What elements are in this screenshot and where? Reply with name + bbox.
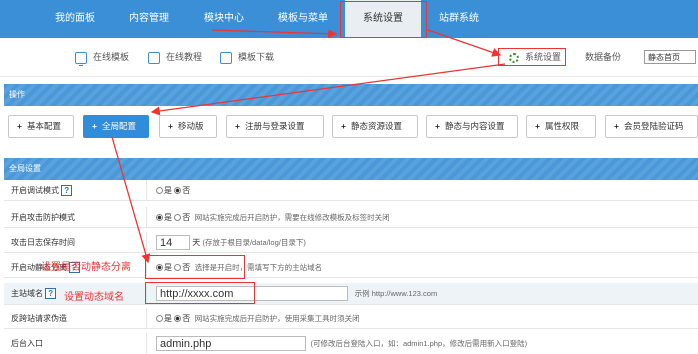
arrow-to-settings-link [427, 29, 502, 57]
arrow-to-global-tab [150, 63, 506, 116]
arrow-to-static-separation [111, 136, 151, 264]
annotation-arrows [111, 29, 506, 264]
arrow-to-system-settings [211, 29, 338, 39]
